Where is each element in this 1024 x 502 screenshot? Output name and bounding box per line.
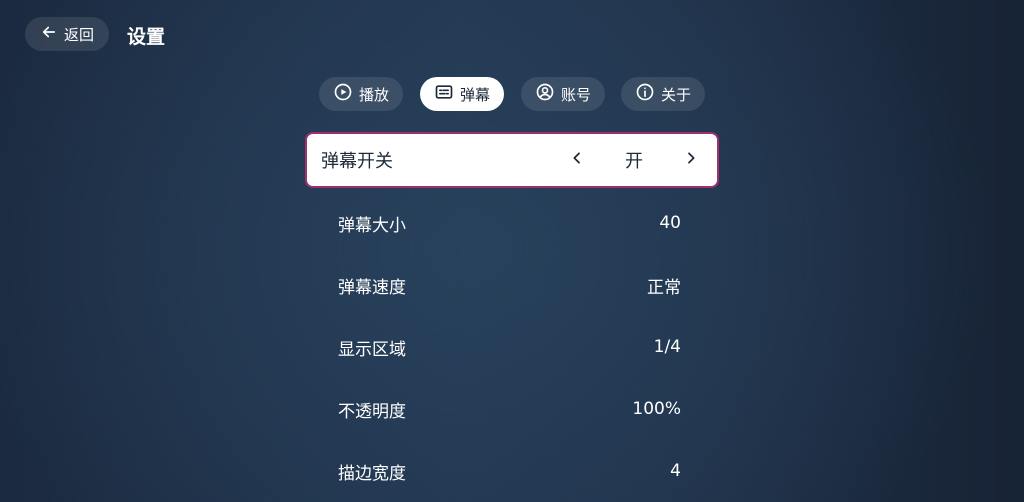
- setting-label: 不透明度: [338, 401, 406, 422]
- setting-value: 40: [659, 213, 681, 233]
- value-picker: 开: [569, 134, 699, 186]
- setting-label: 显示区域: [338, 339, 406, 360]
- tab-danmaku[interactable]: 弹幕: [420, 77, 504, 111]
- setting-row-display-area[interactable]: 显示区域 1/4: [305, 316, 719, 378]
- tab-play[interactable]: 播放: [319, 77, 403, 111]
- chevron-left-icon[interactable]: [569, 150, 585, 171]
- setting-label: 弹幕大小: [338, 215, 406, 236]
- settings-tabs: 播放 弹幕 账号 关于: [0, 77, 1024, 111]
- setting-value: 100%: [632, 399, 681, 419]
- settings-list: 弹幕开关 开 弹幕大小 40 弹幕速度 正常 显示区域 1/4 不透明度 100…: [305, 132, 719, 502]
- info-icon: [635, 82, 655, 106]
- setting-label: 描边宽度: [338, 463, 406, 484]
- setting-label: 弹幕开关: [321, 151, 393, 172]
- setting-value: 正常: [647, 277, 681, 298]
- setting-row-opacity[interactable]: 不透明度 100%: [305, 378, 719, 440]
- setting-label: 弹幕速度: [338, 277, 406, 298]
- setting-row-stroke-width[interactable]: 描边宽度 4: [305, 440, 719, 502]
- setting-value: 1/4: [653, 337, 681, 357]
- tab-about[interactable]: 关于: [621, 77, 705, 111]
- back-button[interactable]: 返回: [25, 17, 109, 51]
- page-title: 设置: [127, 26, 166, 48]
- setting-row-danmaku-size[interactable]: 弹幕大小 40: [305, 192, 719, 254]
- tab-label: 弹幕: [459, 85, 490, 104]
- arrow-left-icon: [40, 23, 58, 45]
- play-circle-icon: [333, 82, 353, 106]
- chevron-right-icon[interactable]: [683, 150, 699, 171]
- tab-label: 账号: [560, 85, 591, 104]
- setting-row-danmaku-toggle[interactable]: 弹幕开关 开: [305, 132, 719, 188]
- setting-value: 4: [670, 461, 681, 481]
- tab-label: 播放: [358, 85, 389, 104]
- setting-row-danmaku-speed[interactable]: 弹幕速度 正常: [305, 254, 719, 316]
- tab-label: 关于: [660, 85, 691, 104]
- subtitles-icon: [434, 82, 454, 106]
- back-button-label: 返回: [63, 25, 94, 44]
- setting-value: 开: [625, 151, 643, 172]
- tab-account[interactable]: 账号: [521, 77, 605, 111]
- account-circle-icon: [535, 82, 555, 106]
